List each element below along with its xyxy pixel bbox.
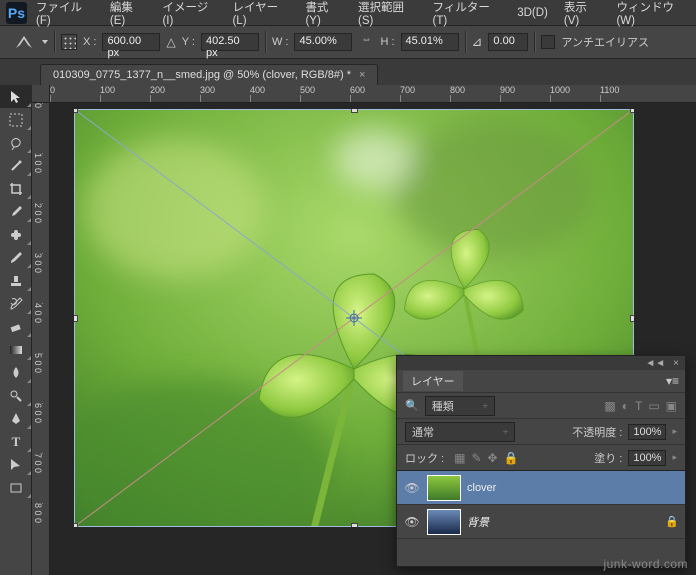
gradient-tool[interactable]	[0, 338, 32, 361]
ruler-vertical[interactable]: 01 0 0 2 0 03 0 0 4 0 05 0 0 6 0 07 0 0 …	[32, 103, 50, 575]
document-tab-title: 010309_0775_1377_n__smed.jpg @ 50% (clov…	[53, 69, 351, 81]
opacity-scrub-icon[interactable]: ▸	[672, 426, 677, 437]
filter-pixel-icon[interactable]: ▩	[604, 399, 615, 413]
x-value[interactable]: 600.00 px	[102, 33, 160, 51]
menu-layer[interactable]: レイヤー(L)	[225, 0, 296, 30]
fill-scrub-icon[interactable]: ▸	[672, 452, 677, 463]
transform-handle-ne[interactable]	[630, 109, 634, 113]
transform-handle-e[interactable]	[630, 315, 634, 322]
document-tab[interactable]: 010309_0775_1377_n__smed.jpg @ 50% (clov…	[40, 64, 378, 85]
transform-handle-nw[interactable]	[74, 109, 78, 113]
opacity-value[interactable]: 100%	[628, 424, 666, 440]
lasso-tool[interactable]	[0, 131, 32, 154]
layer-thumb[interactable]	[427, 509, 461, 535]
search-icon: 🔍	[405, 399, 419, 412]
y-value[interactable]: 402.50 px	[201, 33, 259, 51]
layers-panel[interactable]: ◄◄ × レイヤー ▾≡ 🔍 種類÷ ▩ ◐ T ▭ ▣ 通常÷ 不透明度 :	[396, 355, 686, 567]
w-value[interactable]: 45.00%	[294, 33, 352, 51]
filter-smart-icon[interactable]: ▣	[666, 399, 677, 413]
rectangle-tool[interactable]	[0, 476, 32, 499]
marquee-tool[interactable]	[0, 108, 32, 131]
x-label: X :	[83, 36, 96, 48]
panel-close-icon[interactable]: ×	[673, 358, 679, 369]
history-brush-tool[interactable]	[0, 292, 32, 315]
visibility-icon[interactable]: 👁	[403, 481, 421, 495]
transform-handle-sw[interactable]	[74, 523, 78, 527]
menu-edit[interactable]: 編集(E)	[103, 0, 154, 30]
ruler-origin[interactable]	[32, 85, 50, 103]
layer-row-clover[interactable]: 👁 clover	[397, 471, 685, 505]
reference-point-grid[interactable]	[61, 34, 77, 50]
y-label: Y :	[182, 36, 195, 48]
watermark: junk-word.com	[603, 557, 688, 571]
layer-row-background[interactable]: 👁 背景 🔒	[397, 505, 685, 539]
delta-icon[interactable]: △	[166, 35, 175, 49]
layers-tab[interactable]: レイヤー	[403, 371, 463, 391]
collapse-icon[interactable]: ◄◄	[645, 358, 665, 369]
dodge-tool[interactable]	[0, 384, 32, 407]
transform-handle-s[interactable]	[351, 523, 358, 527]
path-select-tool[interactable]	[0, 453, 32, 476]
eyedropper-tool[interactable]	[0, 200, 32, 223]
type-tool[interactable]: T	[0, 430, 32, 453]
menu-image[interactable]: イメージ(I)	[155, 0, 223, 30]
lock-transparency-icon[interactable]: ▦	[454, 451, 465, 465]
lock-icon[interactable]: 🔒	[665, 515, 679, 528]
opacity-label: 不透明度 :	[572, 424, 622, 440]
angle-icon: ⊿	[472, 34, 483, 50]
lock-paint-icon[interactable]: ✎	[471, 451, 481, 465]
antialias-label: アンチエイリアス	[561, 34, 649, 50]
close-icon[interactable]: ×	[359, 69, 365, 81]
layer-thumb[interactable]	[427, 475, 461, 501]
brush-tool[interactable]	[0, 246, 32, 269]
filter-type-icon[interactable]: T	[635, 399, 642, 413]
layer-name[interactable]: clover	[467, 482, 496, 494]
current-tool-icon[interactable]	[14, 32, 34, 52]
transform-handle-n[interactable]	[351, 109, 358, 113]
w-label: W :	[272, 36, 289, 48]
h-value[interactable]: 45.01%	[401, 33, 459, 51]
filter-adjust-icon[interactable]: ◐	[622, 399, 629, 413]
transform-handle-w[interactable]	[74, 315, 78, 322]
lock-move-icon[interactable]: ✥	[488, 451, 498, 465]
menu-3d[interactable]: 3D(D)	[510, 4, 555, 22]
link-wh-icon[interactable]: ⇔	[358, 34, 374, 50]
stamp-tool[interactable]	[0, 269, 32, 292]
menu-select[interactable]: 選択範囲(S)	[351, 0, 424, 30]
filter-shape-icon[interactable]: ▭	[648, 399, 659, 413]
menu-bar: Ps ファイル(F) 編集(E) イメージ(I) レイヤー(L) 書式(Y) 選…	[0, 0, 696, 26]
menu-filter[interactable]: フィルター(T)	[426, 0, 509, 30]
toolbox: T	[0, 85, 32, 575]
app-logo: Ps	[6, 2, 27, 24]
filter-kind-select[interactable]: 種類÷	[425, 396, 495, 416]
pen-tool[interactable]	[0, 407, 32, 430]
layer-name[interactable]: 背景	[467, 514, 489, 530]
visibility-icon[interactable]: 👁	[403, 515, 421, 529]
move-tool[interactable]	[0, 85, 32, 108]
fill-label: 塗り :	[594, 450, 622, 466]
panel-menu-icon[interactable]: ▾≡	[666, 374, 679, 388]
lock-label: ロック :	[405, 450, 444, 466]
magic-wand-tool[interactable]	[0, 154, 32, 177]
angle-value[interactable]: 0.00	[488, 33, 528, 51]
eraser-tool[interactable]	[0, 315, 32, 338]
lock-all-icon[interactable]: 🔒	[504, 451, 519, 465]
ruler-horizontal[interactable]: 0100 200300 400500 600700 800900 1000110…	[50, 85, 696, 103]
layer-list: 👁 clover 👁 背景 🔒	[397, 470, 685, 539]
options-bar: X : 600.00 px △ Y : 402.50 px W : 45.00%…	[0, 26, 696, 59]
menu-view[interactable]: 表示(V)	[557, 0, 608, 30]
heal-tool[interactable]	[0, 223, 32, 246]
menu-type[interactable]: 書式(Y)	[298, 0, 349, 30]
h-label: H :	[380, 36, 394, 48]
fill-value[interactable]: 100%	[628, 450, 666, 466]
menu-window[interactable]: ウィンドウ(W)	[609, 0, 696, 30]
document-tab-bar: 010309_0775_1377_n__smed.jpg @ 50% (clov…	[0, 59, 696, 85]
menu-file[interactable]: ファイル(F)	[29, 0, 101, 30]
antialias-checkbox[interactable]	[541, 35, 555, 49]
blend-mode-select[interactable]: 通常÷	[405, 422, 515, 442]
blur-tool[interactable]	[0, 361, 32, 384]
tool-preset-dropdown[interactable]	[42, 40, 48, 44]
crop-tool[interactable]	[0, 177, 32, 200]
